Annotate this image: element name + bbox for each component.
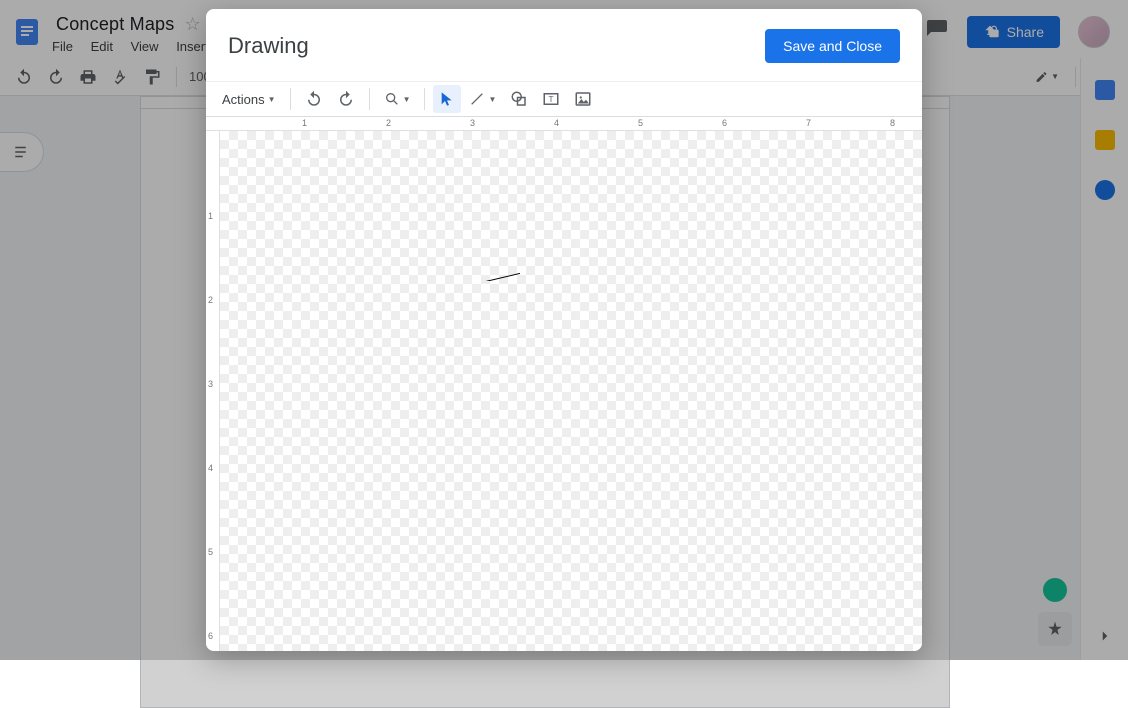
textbox-tool-icon[interactable]: T [536, 85, 566, 113]
ruler-h-tick: 7 [806, 118, 811, 128]
horizontal-ruler: 1 2 3 4 5 6 7 8 [206, 117, 922, 131]
drawing-redo-icon[interactable] [331, 85, 361, 113]
actions-dropdown[interactable]: Actions▼ [216, 85, 282, 113]
canvas-wrap: 1 2 3 4 5 6 Main IdeaSub-topic 1Sub-topic 2Su… [206, 131, 922, 651]
ruler-h-tick: 1 [302, 118, 307, 128]
ruler-h-tick: 5 [638, 118, 643, 128]
ruler-h-tick: 4 [554, 118, 559, 128]
shape-tool-icon[interactable] [504, 85, 534, 113]
drawing-modal: Drawing Save and Close Actions▼ ▼ ▼ T 1 2… [206, 9, 922, 651]
ruler-v-tick: 4 [208, 463, 213, 473]
drawing-canvas[interactable]: Main IdeaSub-topic 1Sub-topic 2Sub-topic… [220, 131, 922, 651]
diagram-edge[interactable] [352, 251, 520, 281]
ruler-v-tick: 1 [208, 211, 213, 221]
ruler-h-tick: 6 [722, 118, 727, 128]
ruler-v-tick: 3 [208, 379, 213, 389]
select-tool-icon[interactable] [433, 85, 461, 113]
save-and-close-button[interactable]: Save and Close [765, 29, 900, 63]
modal-title: Drawing [228, 33, 309, 59]
ruler-h-tick: 3 [470, 118, 475, 128]
ruler-v-tick: 5 [208, 547, 213, 557]
drawing-toolbar: Actions▼ ▼ ▼ T [206, 81, 922, 117]
svg-text:T: T [549, 95, 554, 104]
image-tool-icon[interactable] [568, 85, 598, 113]
concept-map-diagram[interactable]: Main IdeaSub-topic 1Sub-topic 2Sub-topic… [220, 131, 520, 281]
ruler-h-tick: 2 [386, 118, 391, 128]
ruler-v-tick: 6 [208, 631, 213, 641]
ruler-h-tick: 8 [890, 118, 895, 128]
line-tool-icon[interactable]: ▼ [463, 85, 502, 113]
ruler-v-tick: 2 [208, 295, 213, 305]
drawing-undo-icon[interactable] [299, 85, 329, 113]
zoom-tool-icon[interactable]: ▼ [378, 85, 417, 113]
vertical-ruler: 1 2 3 4 5 6 [206, 131, 220, 651]
